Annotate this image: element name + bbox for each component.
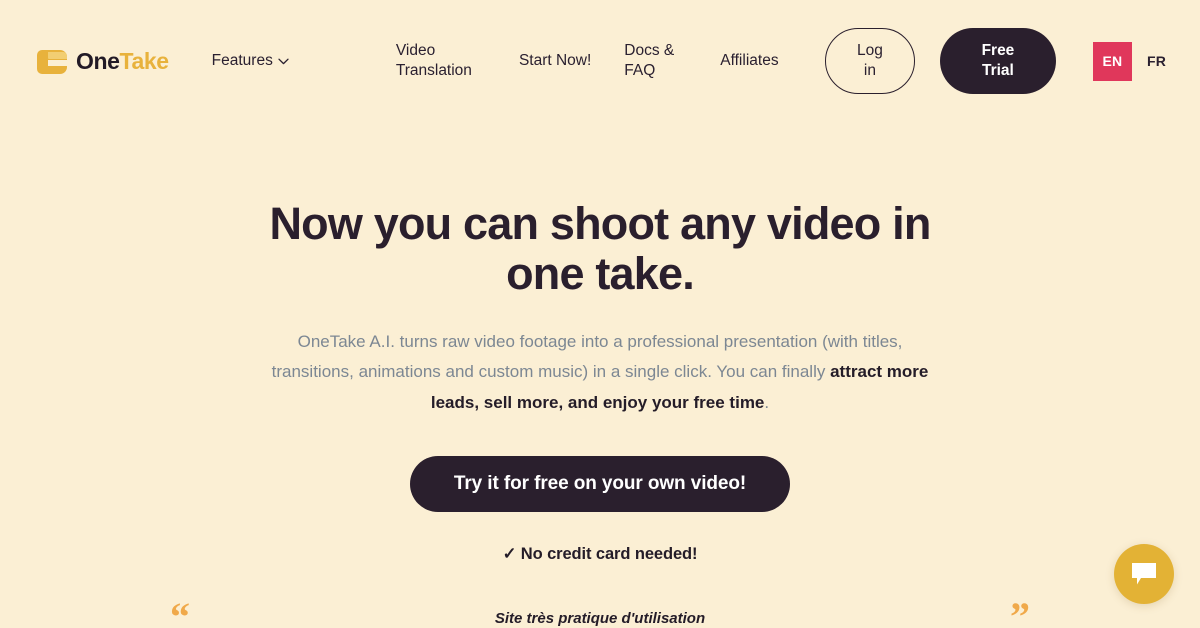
hero-title-line-1: Now you can shoot any video — [269, 198, 881, 249]
language-switcher: EN FR — [1092, 41, 1166, 81]
hero-subtitle-line-1: OneTake A.I. turns raw video footage int… — [297, 332, 858, 351]
try-free-button[interactable]: Try it for free on your own video! — [409, 455, 791, 512]
language-option-fr[interactable]: FR — [1132, 53, 1166, 69]
chat-bubble-icon — [1132, 563, 1156, 585]
hero-subtitle-line-3-suffix: . — [764, 392, 770, 412]
testimonial-inner: “ Site très pratique d'utilisation ” — [170, 594, 1030, 628]
login-button[interactable]: Log in — [824, 28, 915, 94]
main-navigation: Features Video Translation Start Now! Do… — [169, 41, 825, 82]
nav-item-features-label: Features — [211, 51, 273, 69]
onetake-mascot-icon — [37, 49, 67, 74]
logo-word-take: Take — [119, 47, 170, 74]
quote-close-icon: ” — [1009, 594, 1030, 628]
site-header: OneTake Features Video Translation Start… — [0, 0, 1200, 122]
hero-subtitle: OneTake A.I. turns raw video footage int… — [255, 327, 945, 418]
testimonial-strip: “ Site très pratique d'utilisation ” — [0, 588, 1200, 628]
hero-subtitle-line-3-prefix: You can finally — [716, 362, 831, 382]
nav-item-affiliates[interactable]: Affiliates — [720, 51, 778, 71]
page-title: Now you can shoot any video in one take. — [250, 199, 950, 298]
chat-widget-button[interactable] — [1114, 544, 1174, 604]
header-actions: Log in Free Trial EN FR — [824, 28, 1166, 94]
no-credit-card-note: ✓ No credit card needed! — [502, 544, 698, 563]
chevron-down-icon — [278, 59, 289, 65]
logo-wordmark: OneTake — [76, 47, 170, 74]
testimonial-text: Site très pratique d'utilisation — [494, 610, 706, 627]
quote-open-icon: “ — [170, 594, 190, 628]
free-trial-button[interactable]: Free Trial — [939, 28, 1056, 94]
language-option-en[interactable]: EN — [1092, 41, 1132, 81]
logo-link[interactable]: OneTake — [36, 46, 169, 77]
cta-container: Try it for free on your own video! — [0, 455, 1200, 512]
nav-item-start-now[interactable]: Start Now! — [519, 51, 591, 71]
nav-item-docs-faq[interactable]: Docs & FAQ — [624, 41, 674, 82]
nav-item-video-translation[interactable]: Video Translation — [396, 41, 472, 82]
logo-word-one: One — [76, 47, 120, 74]
nav-item-features[interactable]: Features — [212, 51, 289, 71]
hero-section: Now you can shoot any video in one take.… — [0, 122, 1200, 564]
